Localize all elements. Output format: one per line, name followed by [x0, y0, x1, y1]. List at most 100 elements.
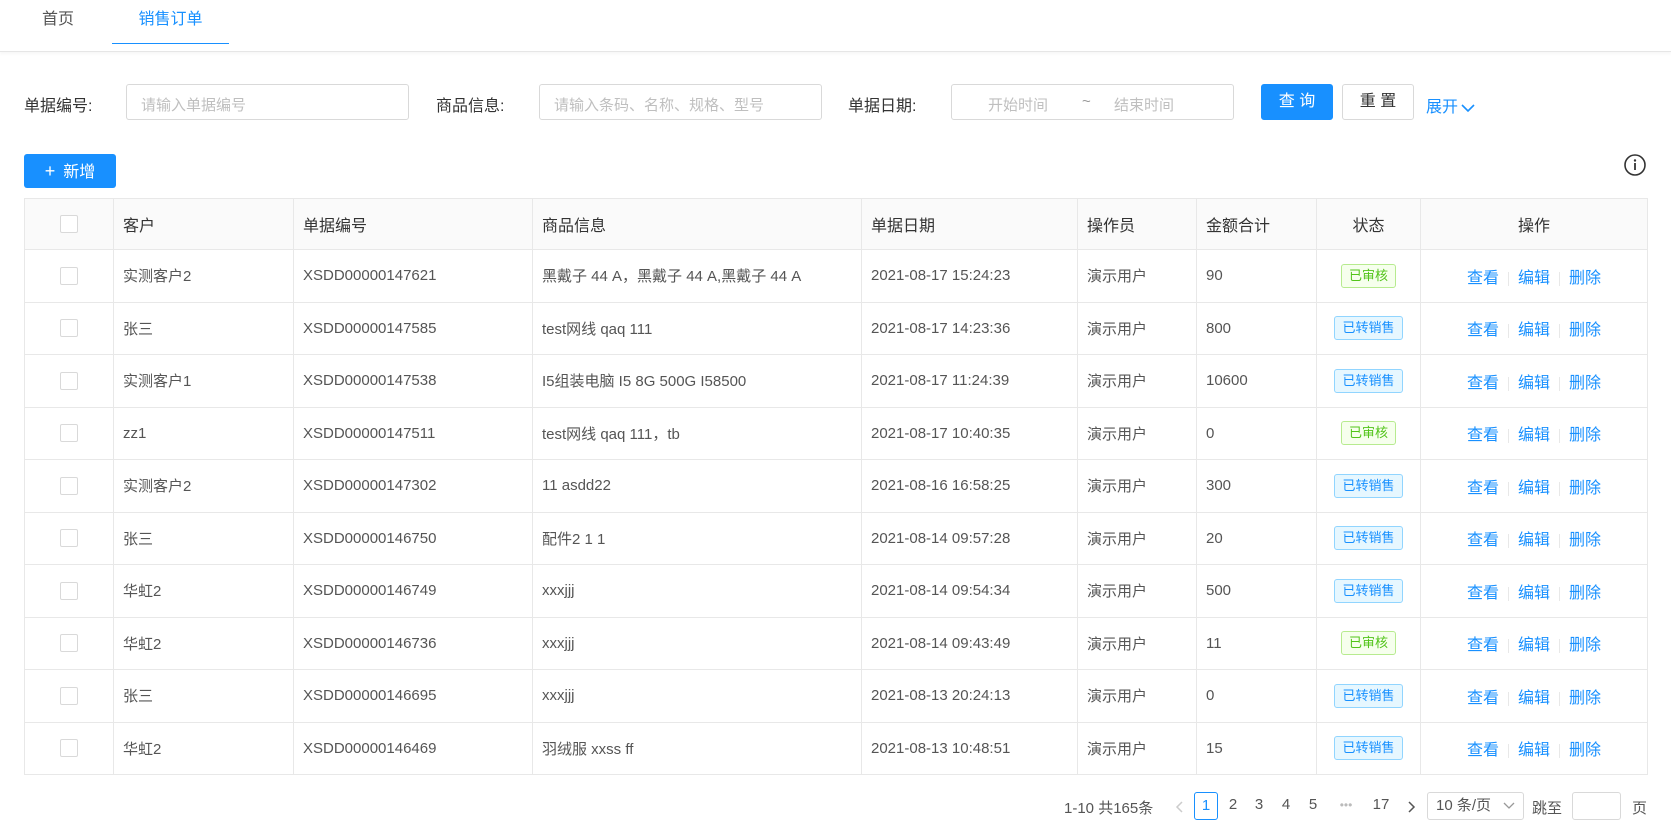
- edit-link[interactable]: 编辑: [1518, 427, 1550, 444]
- view-link[interactable]: 查看: [1467, 375, 1499, 392]
- cell-operator: 演示用户: [1077, 512, 1197, 565]
- view-link[interactable]: 查看: [1467, 270, 1499, 287]
- order-no-input[interactable]: 请输入单据编号: [126, 84, 409, 120]
- header-actions: 操作: [1420, 198, 1648, 250]
- cell-amount: 300: [1196, 459, 1317, 513]
- table-row: 张三 XSDD00000146750 配件2 1 1 2021-08-14 09:57…: [24, 512, 1648, 565]
- row-checkbox[interactable]: [60, 581, 78, 600]
- view-link[interactable]: 查看: [1467, 322, 1499, 339]
- header-amount[interactable]: 金额合计: [1196, 198, 1317, 250]
- view-link[interactable]: 查看: [1467, 427, 1499, 444]
- delete-link[interactable]: 删除: [1569, 270, 1601, 287]
- row-checkbox[interactable]: [60, 739, 78, 758]
- header-order-no[interactable]: 单据编号: [293, 198, 533, 250]
- cell-date: 2021-08-14 09:43:49: [861, 617, 1078, 670]
- info-circle-icon[interactable]: [1623, 153, 1647, 177]
- page-1-button[interactable]: 1: [1194, 792, 1218, 820]
- view-link[interactable]: 查看: [1467, 742, 1499, 759]
- select-all-cell: [24, 198, 114, 250]
- view-link[interactable]: 查看: [1467, 480, 1499, 497]
- header-product[interactable]: 商品信息: [532, 198, 862, 250]
- cell-product: test网线 qaq 111，tb: [532, 407, 862, 460]
- cell-customer: zz1: [113, 407, 294, 460]
- delete-link[interactable]: 删除: [1569, 532, 1601, 549]
- delete-link[interactable]: 删除: [1569, 585, 1601, 602]
- view-link[interactable]: 查看: [1467, 532, 1499, 549]
- pagination-summary: 1-10 共165条: [1064, 800, 1154, 817]
- edit-link[interactable]: 编辑: [1518, 375, 1550, 392]
- cell-actions: 查看 编辑 删除: [1420, 354, 1648, 408]
- header-operator[interactable]: 操作员: [1077, 198, 1197, 250]
- row-checkbox[interactable]: [60, 319, 78, 338]
- page-size-select[interactable]: 10 条/页: [1427, 792, 1524, 820]
- edit-link[interactable]: 编辑: [1518, 322, 1550, 339]
- edit-link[interactable]: 编辑: [1518, 742, 1550, 759]
- cell-date: 2021-08-13 20:24:13: [861, 669, 1078, 723]
- cell-customer: 实测客户2: [113, 459, 294, 513]
- table-row: 华虹2 XSDD00000146469 羽绒服 xxss ff 2021-08-13 …: [24, 722, 1648, 775]
- edit-link[interactable]: 编辑: [1518, 637, 1550, 654]
- view-link[interactable]: 查看: [1467, 637, 1499, 654]
- jump-page-input[interactable]: [1572, 792, 1621, 820]
- cell-status: 已转销售: [1316, 512, 1421, 565]
- page-3-button[interactable]: 3: [1247, 792, 1271, 820]
- delete-link[interactable]: 删除: [1569, 742, 1601, 759]
- date-range-input[interactable]: 开始时间 ~ 结束时间: [951, 84, 1234, 120]
- edit-link[interactable]: 编辑: [1518, 690, 1550, 707]
- expand-toggle[interactable]: 展开: [1426, 93, 1475, 117]
- reset-button[interactable]: 重 置: [1342, 84, 1414, 120]
- delete-link[interactable]: 删除: [1569, 480, 1601, 497]
- product-label: 商品信息:: [436, 98, 505, 115]
- pagination-ellipsis[interactable]: •••: [1330, 792, 1362, 820]
- order-no-placeholder: 请输入单据编号: [141, 97, 247, 114]
- action-divider: [1507, 534, 1509, 549]
- delete-link[interactable]: 删除: [1569, 427, 1601, 444]
- edit-link[interactable]: 编辑: [1518, 480, 1550, 497]
- cell-status: 已转销售: [1316, 564, 1421, 618]
- jump-label: 跳至: [1532, 800, 1563, 817]
- cell-status: 已审核: [1316, 407, 1421, 460]
- row-checkbox[interactable]: [60, 424, 78, 443]
- row-checkbox[interactable]: [60, 634, 78, 653]
- page-last-button[interactable]: 17: [1366, 792, 1396, 820]
- cell-operator: 演示用户: [1077, 459, 1197, 513]
- edit-link[interactable]: 编辑: [1518, 270, 1550, 287]
- edit-link[interactable]: 编辑: [1518, 532, 1550, 549]
- page-5-button[interactable]: 5: [1301, 792, 1325, 820]
- table-row: 实测客户2 XSDD00000147302 11 asdd22 2021-08-16 …: [24, 459, 1648, 513]
- product-input[interactable]: 请输入条码、名称、规格、型号: [539, 84, 822, 120]
- select-all-checkbox[interactable]: [60, 214, 78, 233]
- row-select-cell: [24, 617, 114, 670]
- query-button[interactable]: 查 询: [1261, 84, 1333, 120]
- chevron-right-icon[interactable]: [1403, 800, 1419, 814]
- delete-link[interactable]: 删除: [1569, 637, 1601, 654]
- row-checkbox[interactable]: [60, 371, 78, 390]
- cell-customer: 华虹2: [113, 722, 294, 775]
- cell-actions: 查看 编辑 删除: [1420, 512, 1648, 565]
- order-no-label: 单据编号:: [24, 98, 93, 115]
- header-customer[interactable]: 客户: [113, 198, 294, 250]
- edit-link[interactable]: 编辑: [1518, 585, 1550, 602]
- tab-sales-order[interactable]: 销售订单: [112, 0, 229, 44]
- start-date-placeholder: 开始时间: [988, 97, 1049, 114]
- row-checkbox[interactable]: [60, 476, 78, 495]
- add-button[interactable]: + 新增: [24, 154, 116, 188]
- action-divider: [1507, 481, 1509, 496]
- row-checkbox[interactable]: [60, 686, 78, 705]
- row-checkbox[interactable]: [60, 266, 78, 285]
- row-checkbox[interactable]: [60, 529, 78, 548]
- page-4-button[interactable]: 4: [1274, 792, 1298, 820]
- view-link[interactable]: 查看: [1467, 585, 1499, 602]
- chevron-left-icon[interactable]: [1172, 800, 1188, 814]
- view-link[interactable]: 查看: [1467, 690, 1499, 707]
- delete-link[interactable]: 删除: [1569, 375, 1601, 392]
- row-select-cell: [24, 407, 114, 460]
- delete-link[interactable]: 删除: [1569, 322, 1601, 339]
- header-date[interactable]: 单据日期: [861, 198, 1078, 250]
- page-2-button[interactable]: 2: [1221, 792, 1245, 820]
- delete-link[interactable]: 删除: [1569, 690, 1601, 707]
- tab-home[interactable]: 首页: [20, 0, 96, 44]
- cell-order-no: XSDD00000146749: [293, 564, 533, 618]
- cell-status: 已转销售: [1316, 459, 1421, 513]
- row-select-cell: [24, 512, 114, 565]
